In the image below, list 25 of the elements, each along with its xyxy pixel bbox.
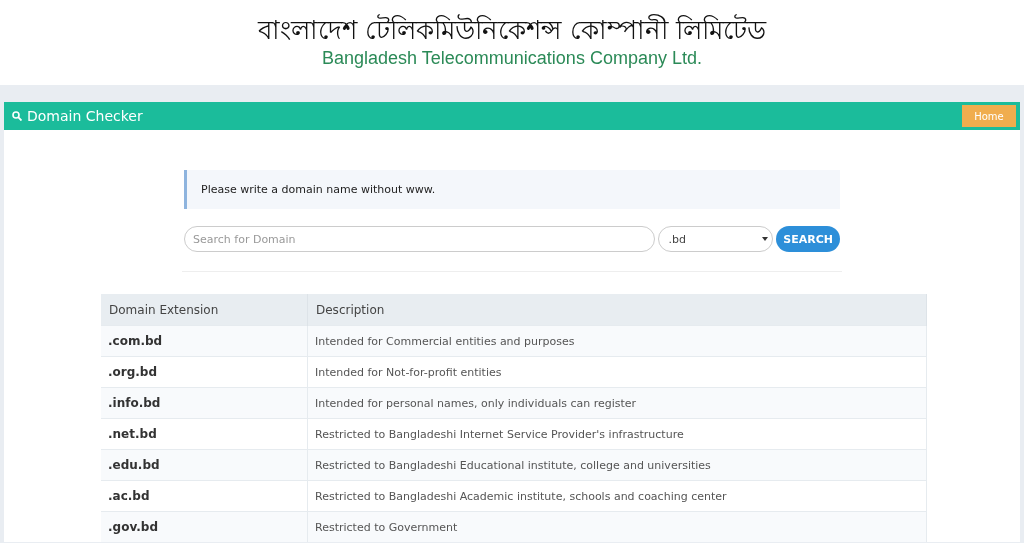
- info-alert: Please write a domain name without www.: [184, 170, 840, 209]
- domain-search-field[interactable]: Search for Domain: [184, 226, 655, 252]
- extension-cell: .info.bd: [101, 387, 308, 419]
- extension-cell: .edu.bd: [101, 449, 308, 481]
- description-cell: Restricted to Bangladeshi Academic institute, schools and coaching center: [307, 480, 927, 512]
- description-cell: Intended for personal names, only individuals can register: [307, 387, 927, 419]
- page-title: Domain Checker: [27, 108, 143, 124]
- description-cell: Intended for Commercial entities and purposes: [307, 325, 927, 357]
- description-cell: Restricted to Government: [307, 511, 927, 542]
- company-title-bengali: বাংলাদেশ টেলিকমিউনিকেশন্স কোম্পানী লিমিটেড: [258, 15, 766, 45]
- extension-cell: .com.bd: [101, 325, 308, 357]
- extension-cell: .org.bd: [101, 356, 308, 388]
- description-cell: Restricted to Bangladeshi Educational institute, college and universities: [307, 449, 927, 481]
- search-icon: [12, 111, 22, 121]
- caret-icon: [762, 237, 769, 241]
- description-cell: Intended for Not-for-profit entities: [307, 356, 927, 388]
- company-title: Bangladesh Telecommunications Company Ltd.: [322, 48, 702, 70]
- column-header: Domain Extension: [101, 294, 308, 326]
- extension-cell: .gov.bd: [101, 511, 308, 542]
- search-button[interactable]: SEARCH: [776, 226, 840, 252]
- description-cell: Restricted to Bangladeshi Internet Service Provider's infrastructure: [307, 418, 927, 450]
- column-header: Description: [307, 294, 927, 326]
- extension-cell: .net.bd: [101, 418, 308, 450]
- extension-cell: .ac.bd: [101, 480, 308, 512]
- home-button[interactable]: Home: [962, 105, 1016, 127]
